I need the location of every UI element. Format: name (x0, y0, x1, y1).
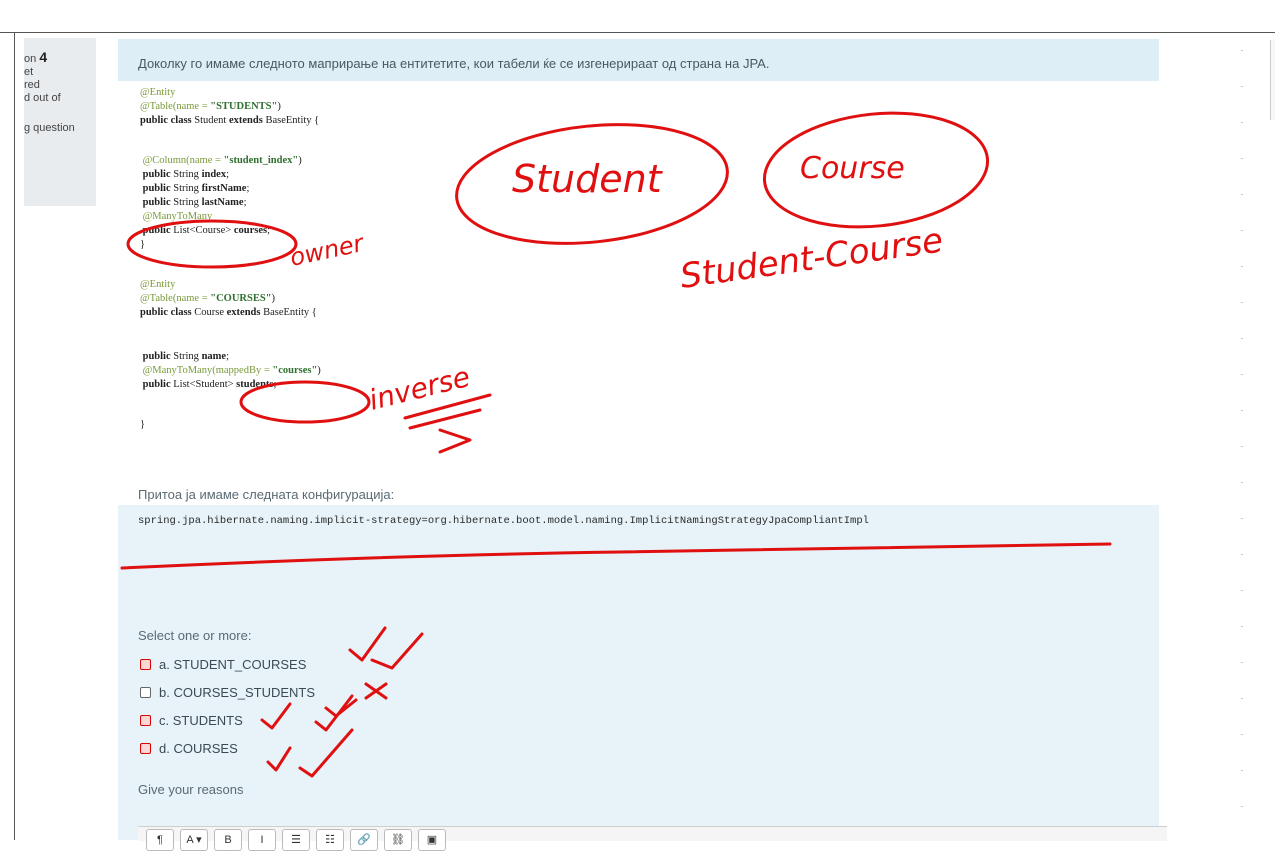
code-line: @Table(name = "COURSES") (140, 293, 276, 304)
code-line: public String name; (140, 351, 229, 362)
code-line: public List<Course> courses; (140, 225, 270, 236)
right-panel-edge (1270, 40, 1275, 120)
question-text: Доколку го имаме следното маприрање на е… (138, 56, 770, 71)
code-line: } (140, 419, 146, 430)
code-line: public List<Student> students; (140, 379, 277, 390)
code-line: public String firstName; (140, 183, 250, 194)
question-answered: red (24, 79, 40, 91)
code-line: @Column(name = "student_index") (140, 155, 302, 166)
code-line: @ManyToMany (140, 211, 213, 222)
code-line: public class Student extends BaseEntity … (140, 115, 320, 126)
question-spacer (24, 105, 96, 118)
question-number: on 4 (24, 49, 48, 65)
image-button[interactable]: ▣ (418, 829, 446, 851)
checkbox-b[interactable] (140, 686, 151, 698)
bold-button[interactable]: B (214, 829, 242, 851)
left-border (14, 32, 15, 840)
code-line: } (140, 239, 146, 250)
option-c[interactable]: c. STUDENTS (140, 710, 243, 730)
link-button[interactable]: 🔗 (350, 829, 378, 851)
code-image: @Entity @Table(name = "STUDENTS") public… (118, 81, 1159, 505)
reasons-label: Give your reasons (138, 782, 244, 797)
top-border (0, 32, 1275, 33)
option-label: c. STUDENTS (159, 712, 243, 728)
option-b[interactable]: b. COURSES_STUDENTS (140, 682, 315, 702)
editor-toolbar: ¶ A ▾ B I ☰ ☷ 🔗 ⛓ ▣ (138, 826, 1167, 851)
config-code: spring.jpa.hibernate.naming.implicit-str… (138, 515, 869, 527)
checkbox-d[interactable] (140, 742, 151, 754)
numbered-list-button[interactable]: ☷ (316, 829, 344, 851)
question-header: Доколку го имаме следното маприрање на е… (118, 39, 1159, 81)
question-content: Доколку го имаме следното маприрање на е… (118, 39, 1167, 851)
config-label: Притоа ја имаме следната конфигурација: (138, 487, 395, 502)
option-d[interactable]: d. COURSES (140, 738, 238, 758)
checkbox-a[interactable] (140, 658, 151, 670)
italic-button[interactable]: I (248, 829, 276, 851)
unlink-button[interactable]: ⛓ (384, 829, 412, 851)
option-label: b. COURSES_STUDENTS (159, 684, 316, 700)
paragraph-button[interactable]: ¶ (146, 829, 174, 851)
right-margin-dots (1241, 50, 1243, 810)
option-label: a. STUDENT_COURSES (159, 656, 307, 672)
code-line: @ManyToMany(mappedBy = "courses") (140, 365, 321, 376)
code-line: @Entity (140, 279, 176, 290)
flag-question-link[interactable]: g question (24, 122, 96, 135)
question-status: et (24, 66, 34, 78)
font-size-button[interactable]: A ▾ (180, 829, 208, 851)
code-line: @Entity (140, 87, 176, 98)
question-marks: d out of (24, 92, 61, 104)
question-info-panel: on 4 et red d out of g question (24, 38, 96, 206)
checkbox-c[interactable] (140, 714, 151, 726)
code-line: public String lastName; (140, 197, 247, 208)
bullet-list-button[interactable]: ☰ (282, 829, 310, 851)
select-prompt: Select one or more: (138, 628, 252, 643)
code-line: public String index; (140, 169, 229, 180)
option-label: d. COURSES (159, 740, 238, 756)
option-a[interactable]: a. STUDENT_COURSES (140, 654, 306, 674)
code-line: @Table(name = "STUDENTS") (140, 101, 281, 112)
code-line: public class Course extends BaseEntity { (140, 307, 317, 318)
